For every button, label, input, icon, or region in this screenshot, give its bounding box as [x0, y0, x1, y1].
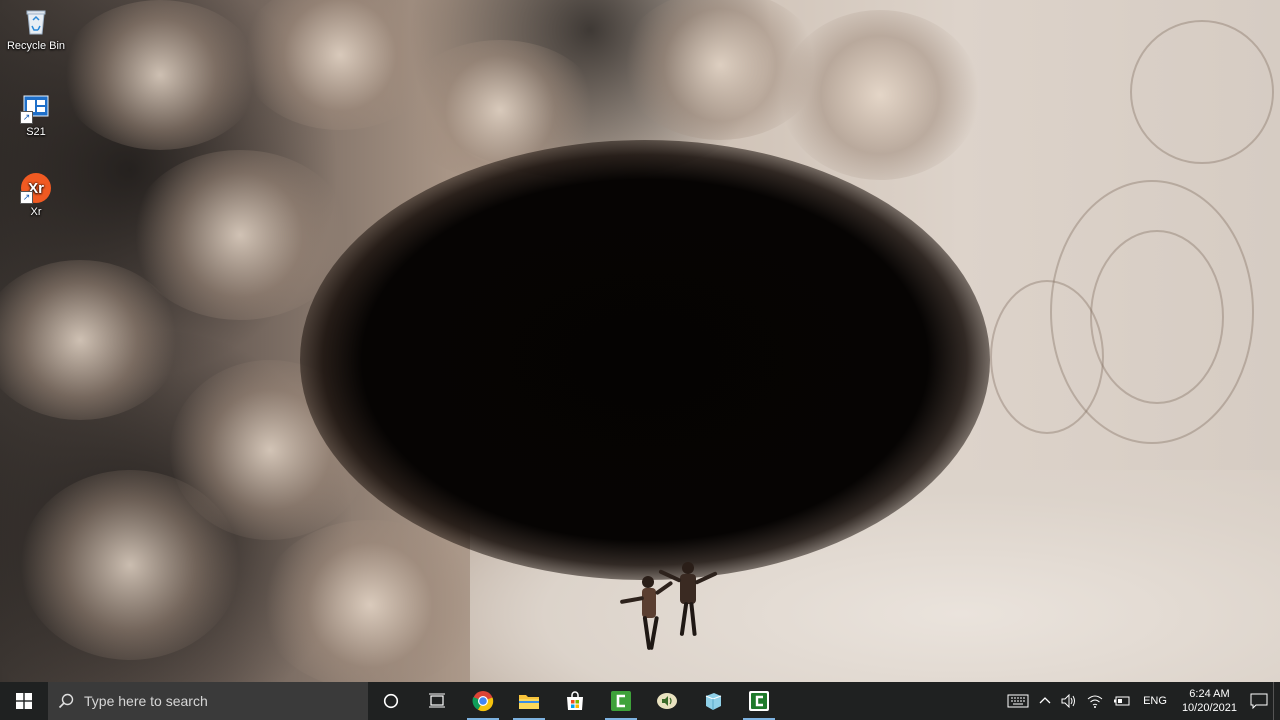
person-right: [656, 558, 726, 648]
show-desktop-button[interactable]: [1273, 682, 1280, 720]
clock[interactable]: 6:24 AM 10/20/2021: [1174, 687, 1245, 715]
app-window-icon: ↗: [20, 92, 52, 124]
desktop-icon-xr[interactable]: Xr ↗ Xr: [0, 172, 72, 218]
task-view-button[interactable]: [414, 682, 460, 720]
cube-icon: [705, 693, 722, 710]
desktop-icon-label: Recycle Bin: [6, 40, 66, 52]
clock-time: 6:24 AM: [1189, 688, 1230, 700]
language-indicator[interactable]: ENG: [1136, 682, 1174, 720]
start-button[interactable]: [0, 682, 48, 720]
taskbar-app-file-explorer[interactable]: [506, 682, 552, 720]
keyboard-icon: [1007, 694, 1029, 708]
snowy-tree: [60, 0, 260, 150]
tray-volume-button[interactable]: [1056, 682, 1082, 720]
desktop-icon-recycle-bin[interactable]: Recycle Bin: [0, 6, 72, 52]
snowy-tree: [780, 10, 980, 180]
clock-date: 10/20/2021: [1181, 702, 1237, 714]
chevron-up-icon: [1039, 697, 1051, 704]
taskbar: Type here to search ENG 6:24 AM 10/20/20…: [0, 682, 1280, 720]
camtasia-recorder-icon: [749, 691, 769, 711]
taskbar-app-camtasia-recorder[interactable]: [736, 682, 782, 720]
chrome-icon: [472, 691, 494, 712]
wifi-icon: [1087, 695, 1103, 708]
desktop-icon-label: S21: [26, 126, 46, 138]
tray-overflow-button[interactable]: [1034, 682, 1056, 720]
search-icon: [58, 693, 74, 709]
shortcut-arrow-icon: ↗: [20, 111, 33, 124]
shortcut-arrow-icon: ↗: [20, 191, 33, 204]
taskbar-app-cube[interactable]: [690, 682, 736, 720]
cortana-button[interactable]: [368, 682, 414, 720]
search-placeholder: Type here to search: [84, 693, 208, 709]
tray-battery-button[interactable]: [1108, 682, 1136, 720]
folder-icon: [519, 695, 539, 709]
recycle-bin-icon: [20, 6, 52, 38]
speaker-app-icon: [657, 693, 677, 709]
tray-keyboard-button[interactable]: [1002, 682, 1034, 720]
notification-icon: [1250, 693, 1268, 709]
store-icon: [567, 691, 583, 710]
snowy-tree: [260, 520, 480, 682]
bare-tree: [1090, 230, 1224, 404]
windows-logo-icon: [16, 693, 32, 709]
taskbar-app-camtasia[interactable]: [598, 682, 644, 720]
camtasia-icon: [611, 691, 631, 711]
desktop-wallpaper: [0, 0, 1280, 682]
bare-tree: [1130, 20, 1274, 164]
taskbar-app-audio[interactable]: [644, 682, 690, 720]
xr-app-icon: Xr ↗: [20, 172, 52, 204]
desktop-icon-s21[interactable]: ↗ S21: [0, 92, 72, 138]
volume-icon: [1061, 694, 1076, 708]
system-tray: ENG 6:24 AM 10/20/2021: [1002, 682, 1280, 720]
black-hole: [300, 140, 990, 580]
task-view-icon: [429, 693, 445, 708]
taskbar-app-chrome[interactable]: [460, 682, 506, 720]
taskbar-search-box[interactable]: Type here to search: [48, 682, 368, 720]
notification-button[interactable]: [1245, 682, 1273, 720]
tray-network-button[interactable]: [1082, 682, 1108, 720]
circle-icon: [383, 693, 399, 709]
taskbar-app-microsoft-store[interactable]: [552, 682, 598, 720]
desktop-icon-label: Xr: [30, 206, 42, 218]
snowy-tree: [20, 470, 240, 660]
bare-tree: [990, 280, 1104, 434]
battery-icon: [1114, 696, 1130, 706]
